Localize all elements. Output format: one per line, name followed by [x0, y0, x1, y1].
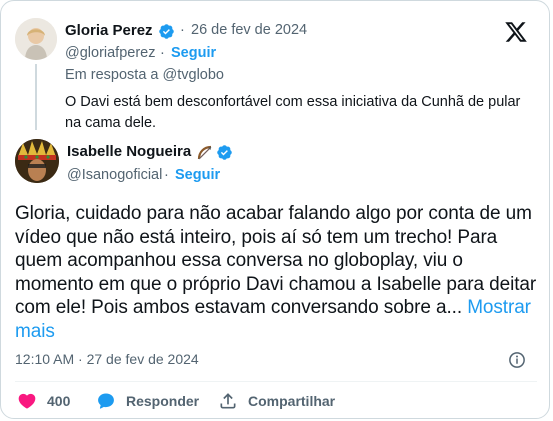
info-icon[interactable]: [508, 351, 526, 369]
reply-handle-separator: ·: [160, 45, 165, 61]
gloria-perez-avatar[interactable]: [15, 18, 57, 60]
reply-date[interactable]: 26 de fev de 2024: [191, 22, 307, 38]
reply-label: Responder: [126, 393, 200, 409]
reply-tweet-text: O Davi está bem desconfortável com essa …: [65, 94, 521, 131]
main-handle-separator: ·: [164, 167, 169, 183]
reply-author-name[interactable]: Gloria Perez: [65, 22, 153, 39]
actions-divider: [15, 381, 537, 382]
main-author-name[interactable]: Isabelle Nogueira: [67, 143, 191, 160]
main-tweet-body: Gloria, cuidado para não acabar falando …: [15, 203, 537, 318]
main-timestamp[interactable]: 12:10 AM · 27 de fev de 2024: [15, 351, 199, 367]
speech-bubble-icon: [98, 393, 114, 409]
isabelle-nogueira-avatar[interactable]: [15, 139, 59, 183]
share-icon: [220, 393, 236, 409]
tweet-embed-card: Gloria Perez · 26 de fev de 2024 @gloria…: [0, 0, 550, 419]
heart-icon: [18, 393, 36, 409]
main-follow-button[interactable]: Seguir: [175, 167, 220, 183]
thread-connector-line: [35, 64, 37, 130]
verified-badge-icon: [217, 145, 232, 160]
share-button[interactable]: Compartilhar: [218, 390, 335, 412]
verified-badge-icon: [159, 24, 174, 39]
reply-follow-button[interactable]: Seguir: [171, 45, 216, 61]
reply-dot-separator: ·: [180, 22, 185, 38]
in-reply-to-label: Em resposta a @tvglobo: [65, 67, 224, 83]
main-handle[interactable]: @Isanogoficial: [67, 167, 162, 183]
reply-handle[interactable]: @gloriafperez: [65, 45, 155, 61]
reply-button[interactable]: Responder: [96, 390, 199, 412]
like-count: 400: [47, 393, 71, 409]
share-label: Compartilhar: [248, 393, 336, 409]
bow-arrow-emoji-icon: [197, 145, 212, 160]
main-tweet-text: Gloria, cuidado para não acabar falando …: [15, 202, 537, 343]
like-button[interactable]: 400: [17, 390, 70, 412]
x-logo-icon[interactable]: [504, 20, 528, 44]
